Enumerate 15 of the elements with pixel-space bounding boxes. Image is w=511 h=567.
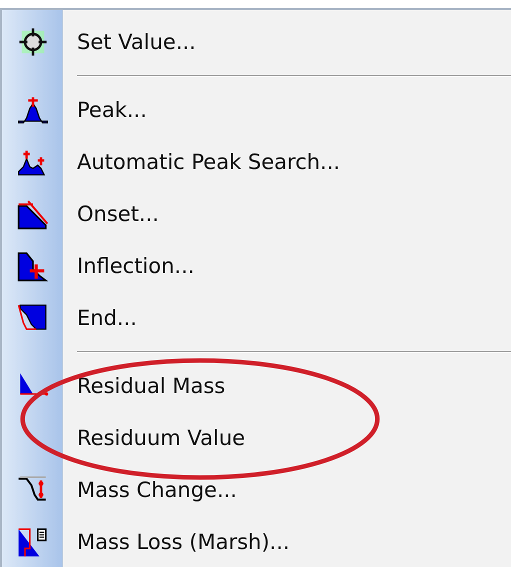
menu-item[interactable]: Set Value... bbox=[77, 30, 196, 54]
menu-item[interactable]: Mass Change... bbox=[77, 478, 237, 502]
crosshair-icon bbox=[16, 26, 48, 58]
peak-icon bbox=[16, 94, 48, 126]
menu-item[interactable]: Peak... bbox=[77, 98, 147, 122]
triangle-list-icon bbox=[16, 526, 48, 558]
menu-item[interactable]: Residuum Value bbox=[77, 426, 246, 450]
menu-item[interactable]: End... bbox=[77, 306, 137, 330]
menu-item[interactable]: Residual Mass bbox=[77, 374, 226, 398]
menu-item[interactable]: Inflection... bbox=[77, 254, 194, 278]
menu-item[interactable]: Mass Loss (Marsh)... bbox=[77, 530, 290, 554]
menu-item[interactable]: Automatic Peak Search... bbox=[77, 150, 340, 174]
slope-icon bbox=[16, 198, 48, 230]
menu-item[interactable]: Onset... bbox=[77, 202, 159, 226]
curve-cross-icon bbox=[16, 250, 48, 282]
